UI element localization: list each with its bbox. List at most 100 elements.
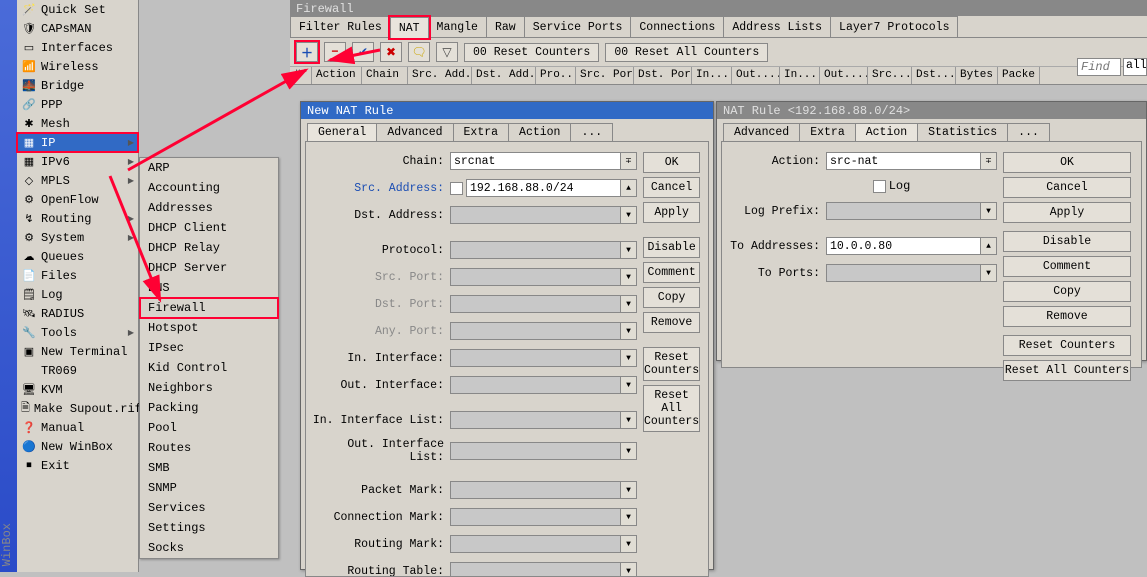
submenu-item-pool[interactable]: Pool bbox=[140, 418, 278, 438]
enable-button[interactable]: ✔ bbox=[352, 42, 374, 62]
dst-address-input[interactable] bbox=[450, 206, 621, 224]
submenu-item-neighbors[interactable]: Neighbors bbox=[140, 378, 278, 398]
new-rule-tab-extra[interactable]: Extra bbox=[453, 123, 510, 141]
disable-button[interactable]: ✖ bbox=[380, 42, 402, 62]
add-button[interactable]: ＋ bbox=[296, 42, 318, 62]
submenu-item-dhcp-client[interactable]: DHCP Client bbox=[140, 218, 278, 238]
column-header[interactable]: Packe bbox=[998, 67, 1040, 84]
remove-button[interactable]: − bbox=[324, 42, 346, 62]
sidebar-item-files[interactable]: 📄Files bbox=[17, 266, 138, 285]
src-not-checkbox[interactable] bbox=[450, 182, 463, 195]
find-input[interactable] bbox=[1077, 58, 1121, 76]
tab-address-lists[interactable]: Address Lists bbox=[723, 16, 831, 37]
tab-nat[interactable]: NAT bbox=[390, 17, 429, 38]
protocol-expand-icon[interactable]: ▼ bbox=[621, 241, 637, 259]
tab-mangle[interactable]: Mangle bbox=[428, 16, 487, 37]
out-interface-input[interactable] bbox=[450, 376, 621, 394]
edit-rule-tab-...[interactable]: ... bbox=[1007, 123, 1050, 141]
column-header[interactable]: Dst. Port bbox=[634, 67, 692, 84]
column-header[interactable]: Chain bbox=[362, 67, 408, 84]
routing-mark-expand-icon[interactable]: ▼ bbox=[621, 535, 637, 553]
column-header[interactable]: # bbox=[290, 67, 312, 84]
edit-rule-tab-advanced[interactable]: Advanced bbox=[723, 123, 800, 141]
remove-button[interactable]: Remove bbox=[1003, 306, 1131, 327]
in-interface-list-expand-icon[interactable]: ▼ bbox=[621, 411, 637, 429]
submenu-item-smb[interactable]: SMB bbox=[140, 458, 278, 478]
reset-all-counters-button[interactable]: Reset All Counters bbox=[643, 385, 700, 432]
edit-rule-tab-action[interactable]: Action bbox=[855, 123, 918, 141]
cancel-button[interactable]: Cancel bbox=[1003, 177, 1131, 198]
chain-dropdown-icon[interactable]: ∓ bbox=[621, 152, 637, 170]
submenu-item-addresses[interactable]: Addresses bbox=[140, 198, 278, 218]
column-header[interactable]: Src.... bbox=[868, 67, 912, 84]
disable-button[interactable]: Disable bbox=[643, 237, 700, 258]
submenu-item-ipsec[interactable]: IPsec bbox=[140, 338, 278, 358]
reset-counters-button[interactable]: Reset Counters bbox=[1003, 335, 1131, 356]
to-addresses-input[interactable] bbox=[826, 237, 981, 255]
connection-mark-expand-icon[interactable]: ▼ bbox=[621, 508, 637, 526]
tab-raw[interactable]: Raw bbox=[486, 16, 525, 37]
src-address-input[interactable] bbox=[466, 179, 621, 197]
in-interface-expand-icon[interactable]: ▼ bbox=[621, 349, 637, 367]
sidebar-item-make-supout.rif[interactable]: 🗎Make Supout.rif bbox=[17, 399, 138, 418]
edit-rule-tab-statistics[interactable]: Statistics bbox=[917, 123, 1008, 141]
apply-button[interactable]: Apply bbox=[643, 202, 700, 223]
routing-table-input[interactable] bbox=[450, 562, 621, 577]
sidebar-item-queues[interactable]: ☁Queues bbox=[17, 247, 138, 266]
sidebar-item-manual[interactable]: ❓Manual bbox=[17, 418, 138, 437]
sidebar-item-tools[interactable]: 🔧Tools▶ bbox=[17, 323, 138, 342]
protocol-input[interactable] bbox=[450, 241, 621, 259]
sidebar-item-routing[interactable]: ↯Routing▶ bbox=[17, 209, 138, 228]
to-addresses-expand-icon[interactable]: ▲ bbox=[981, 237, 997, 255]
filter-button[interactable]: ▽ bbox=[436, 42, 458, 62]
submenu-item-dhcp-server[interactable]: DHCP Server bbox=[140, 258, 278, 278]
submenu-item-arp[interactable]: ARP bbox=[140, 158, 278, 178]
sidebar-item-radius[interactable]: 🛰RADIUS bbox=[17, 304, 138, 323]
column-header[interactable]: Dst. Add... bbox=[472, 67, 536, 84]
connection-mark-input[interactable] bbox=[450, 508, 621, 526]
sidebar-item-system[interactable]: ⚙System▶ bbox=[17, 228, 138, 247]
tab-connections[interactable]: Connections bbox=[630, 16, 724, 37]
log-checkbox[interactable] bbox=[873, 180, 886, 193]
chain-input[interactable] bbox=[450, 152, 621, 170]
in-interface-input[interactable] bbox=[450, 349, 621, 367]
disable-button[interactable]: Disable bbox=[1003, 231, 1131, 252]
sidebar-item-wireless[interactable]: 📶Wireless bbox=[17, 57, 138, 76]
new-rule-tab-advanced[interactable]: Advanced bbox=[376, 123, 453, 141]
copy-button[interactable]: Copy bbox=[643, 287, 700, 308]
column-header[interactable]: Action bbox=[312, 67, 362, 84]
packet-mark-input[interactable] bbox=[450, 481, 621, 499]
comment-button[interactable]: 🗨 bbox=[408, 42, 430, 62]
ok-button[interactable]: OK bbox=[643, 152, 700, 173]
action-input[interactable] bbox=[826, 152, 981, 170]
submenu-item-hotspot[interactable]: Hotspot bbox=[140, 318, 278, 338]
submenu-item-accounting[interactable]: Accounting bbox=[140, 178, 278, 198]
sidebar-item-kvm[interactable]: 🖥KVM bbox=[17, 380, 138, 399]
submenu-item-dhcp-relay[interactable]: DHCP Relay bbox=[140, 238, 278, 258]
column-header[interactable]: Src. Port bbox=[576, 67, 634, 84]
reset-counters-button[interactable]: 00 Reset Counters bbox=[464, 43, 599, 62]
sidebar-item-quick-set[interactable]: 🪄Quick Set bbox=[17, 0, 138, 19]
log-prefix-input[interactable] bbox=[826, 202, 981, 220]
column-header[interactable]: In.... bbox=[692, 67, 732, 84]
sidebar-item-ppp[interactable]: 🔗PPP bbox=[17, 95, 138, 114]
submenu-item-packing[interactable]: Packing bbox=[140, 398, 278, 418]
sidebar-item-tr069[interactable]: TR069 bbox=[17, 361, 138, 380]
cancel-button[interactable]: Cancel bbox=[643, 177, 700, 198]
submenu-item-dns[interactable]: DNS bbox=[140, 278, 278, 298]
column-header[interactable]: In.... bbox=[780, 67, 820, 84]
out-interface-list-expand-icon[interactable]: ▼ bbox=[621, 442, 637, 460]
sidebar-item-mesh[interactable]: ✱Mesh bbox=[17, 114, 138, 133]
to-ports-input[interactable] bbox=[826, 264, 981, 282]
sidebar-item-ip[interactable]: ▦IP▶ bbox=[17, 133, 138, 152]
dst-expand-icon[interactable]: ▼ bbox=[621, 206, 637, 224]
log-prefix-expand-icon[interactable]: ▼ bbox=[981, 202, 997, 220]
ok-button[interactable]: OK bbox=[1003, 152, 1131, 173]
column-header[interactable]: Out.... bbox=[732, 67, 780, 84]
sidebar-item-new-winbox[interactable]: 🔵New WinBox bbox=[17, 437, 138, 456]
to-ports-expand-icon[interactable]: ▼ bbox=[981, 264, 997, 282]
routing-table-expand-icon[interactable]: ▼ bbox=[621, 562, 637, 577]
submenu-item-services[interactable]: Services bbox=[140, 498, 278, 518]
tab-filter-rules[interactable]: Filter Rules bbox=[290, 16, 391, 37]
sidebar-item-exit[interactable]: ⏹Exit bbox=[17, 456, 138, 475]
